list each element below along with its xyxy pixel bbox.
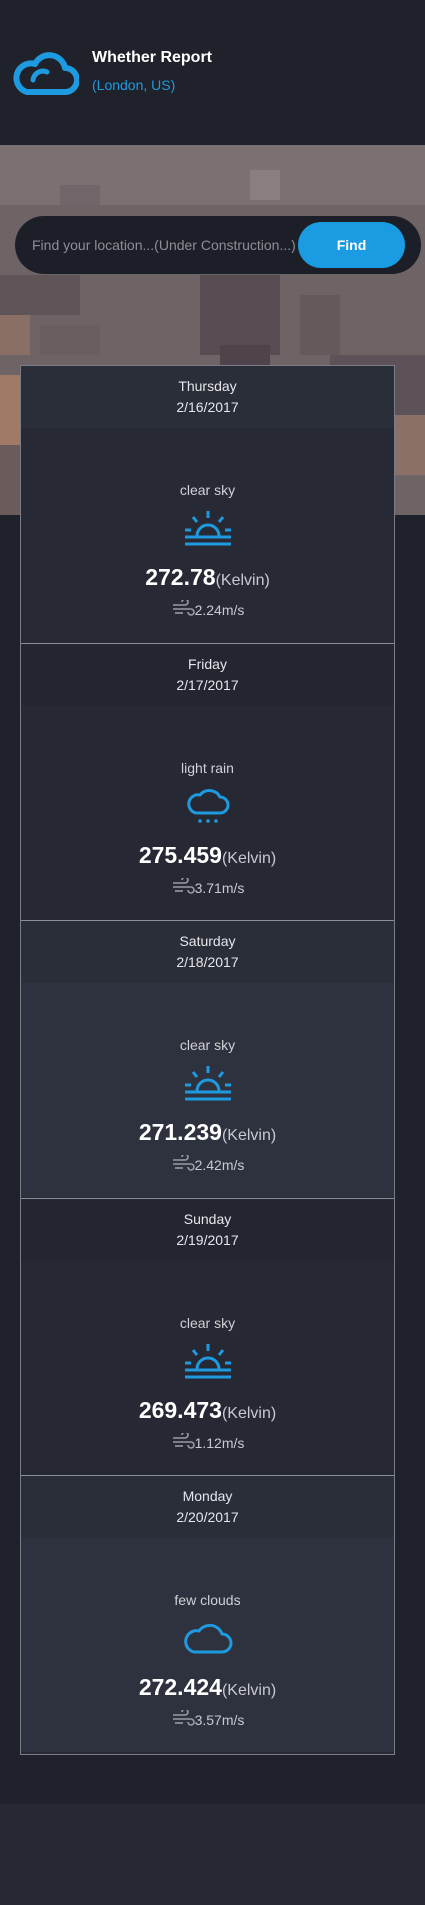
wind-speed-value: 3.57m/s (194, 1712, 245, 1729)
temperature: 269.473(Kelvin) (21, 1397, 394, 1424)
day-name: Sunday (183, 1210, 232, 1227)
cloud-icon (184, 1624, 233, 1654)
temperature-value: 272.424 (138, 1674, 222, 1701)
forecast-card-body: light rain 275.459(Kelvin) 3.71m/s (21, 705, 394, 920)
wind-speed-value: 1.12m/s (194, 1434, 245, 1451)
temperature: 275.459(Kelvin) (21, 842, 394, 869)
temperature-unit: (Kelvin) (215, 572, 270, 589)
wind-icon (172, 1710, 195, 1727)
temperature: 272.78(Kelvin) (21, 564, 394, 591)
forecast-card-header: Sunday 2/19/2017 (21, 1198, 394, 1261)
day-date: 2/16/2017 (176, 399, 239, 415)
day-name: Saturday (179, 933, 236, 950)
wind-icon (172, 877, 195, 894)
sunrise-icon (185, 1343, 231, 1379)
temperature-value: 271.239 (138, 1119, 222, 1146)
forecast-card-header: Thursday 2/16/2017 (21, 366, 394, 428)
day-date: 2/18/2017 (176, 954, 239, 971)
temperature-value: 269.473 (138, 1396, 222, 1423)
wind-icon (172, 1432, 195, 1449)
forecast-card: Friday 2/17/2017 light rain 275.459(Kelv… (21, 643, 394, 922)
cloud-logo-icon (13, 52, 79, 95)
wind-icon (172, 1155, 195, 1171)
day-name: Friday (188, 655, 227, 672)
temperature-unit: (Kelvin) (221, 1404, 277, 1422)
temperature: 272.424(Kelvin) (21, 1674, 394, 1701)
day-name: Monday (182, 1488, 233, 1505)
forecast-card-body: clear sky 272.78(Kelvin) 2.24m/s (21, 428, 394, 642)
temperature: 271.239(Kelvin) (21, 1119, 394, 1146)
weather-condition: clear sky (179, 1037, 236, 1054)
forecast-card: Saturday 2/18/2017 clear sky 271.239(Kel… (21, 921, 394, 1199)
forecast-list: Thursday 2/16/2017 clear sky 272.78(Kelv… (20, 365, 395, 1755)
app-header: Whether Report (London, US) (0, 0, 425, 145)
wind-speed: 2.42m/s (21, 1155, 394, 1173)
wind-speed: 2.24m/s (21, 600, 394, 618)
search-bar: Find (15, 216, 421, 274)
wind-speed: 1.12m/s (21, 1432, 394, 1451)
weather-condition: clear sky (179, 1314, 236, 1331)
forecast-card: Thursday 2/16/2017 clear sky 272.78(Kelv… (21, 366, 394, 644)
day-date: 2/17/2017 (176, 676, 239, 693)
find-button[interactable]: Find (298, 222, 405, 268)
temperature-unit: (Kelvin) (221, 1127, 277, 1145)
rain-cloud-icon (187, 788, 230, 823)
forecast-card-body: clear sky 269.473(Kelvin) 1.12m/s (21, 1260, 394, 1475)
temperature-unit: (Kelvin) (221, 849, 277, 867)
app-title: Whether Report (92, 49, 212, 66)
forecast-card-header: Saturday 2/18/2017 (21, 921, 394, 984)
forecast-card: Sunday 2/19/2017 clear sky 269.473(Kelvi… (21, 1198, 394, 1477)
search-input[interactable] (32, 216, 310, 274)
sunrise-icon (185, 1066, 231, 1101)
temperature-value: 275.459 (138, 841, 222, 868)
wind-icon (172, 600, 195, 616)
wind-speed-value: 2.42m/s (194, 1157, 245, 1174)
wind-speed-value: 3.71m/s (194, 879, 245, 896)
weather-condition: light rain (181, 759, 234, 776)
weather-condition: clear sky (179, 482, 236, 498)
forecast-card-header: Monday 2/20/2017 (21, 1476, 394, 1539)
day-name: Thursday (178, 378, 237, 394)
forecast-card-body: few clouds 272.424(Kelvin) 3.57m/s (21, 1538, 394, 1753)
wind-speed: 3.71m/s (21, 877, 394, 896)
forecast-card-header: Friday 2/17/2017 (21, 643, 394, 706)
wind-speed: 3.57m/s (21, 1710, 394, 1728)
weather-condition: few clouds (174, 1592, 241, 1609)
wind-speed-value: 2.24m/s (194, 602, 245, 618)
location-label: (London, US) (92, 77, 176, 93)
day-date: 2/20/2017 (176, 1509, 239, 1526)
forecast-card-body: clear sky 271.239(Kelvin) 2.42m/s (21, 983, 394, 1198)
forecast-card: Monday 2/20/2017 few clouds 272.424(Kelv… (21, 1476, 394, 1754)
page-footer (0, 1804, 425, 1905)
temperature-unit: (Kelvin) (221, 1682, 277, 1700)
temperature-value: 272.78 (145, 564, 216, 590)
day-date: 2/19/2017 (176, 1231, 239, 1248)
sunrise-icon (185, 511, 231, 546)
